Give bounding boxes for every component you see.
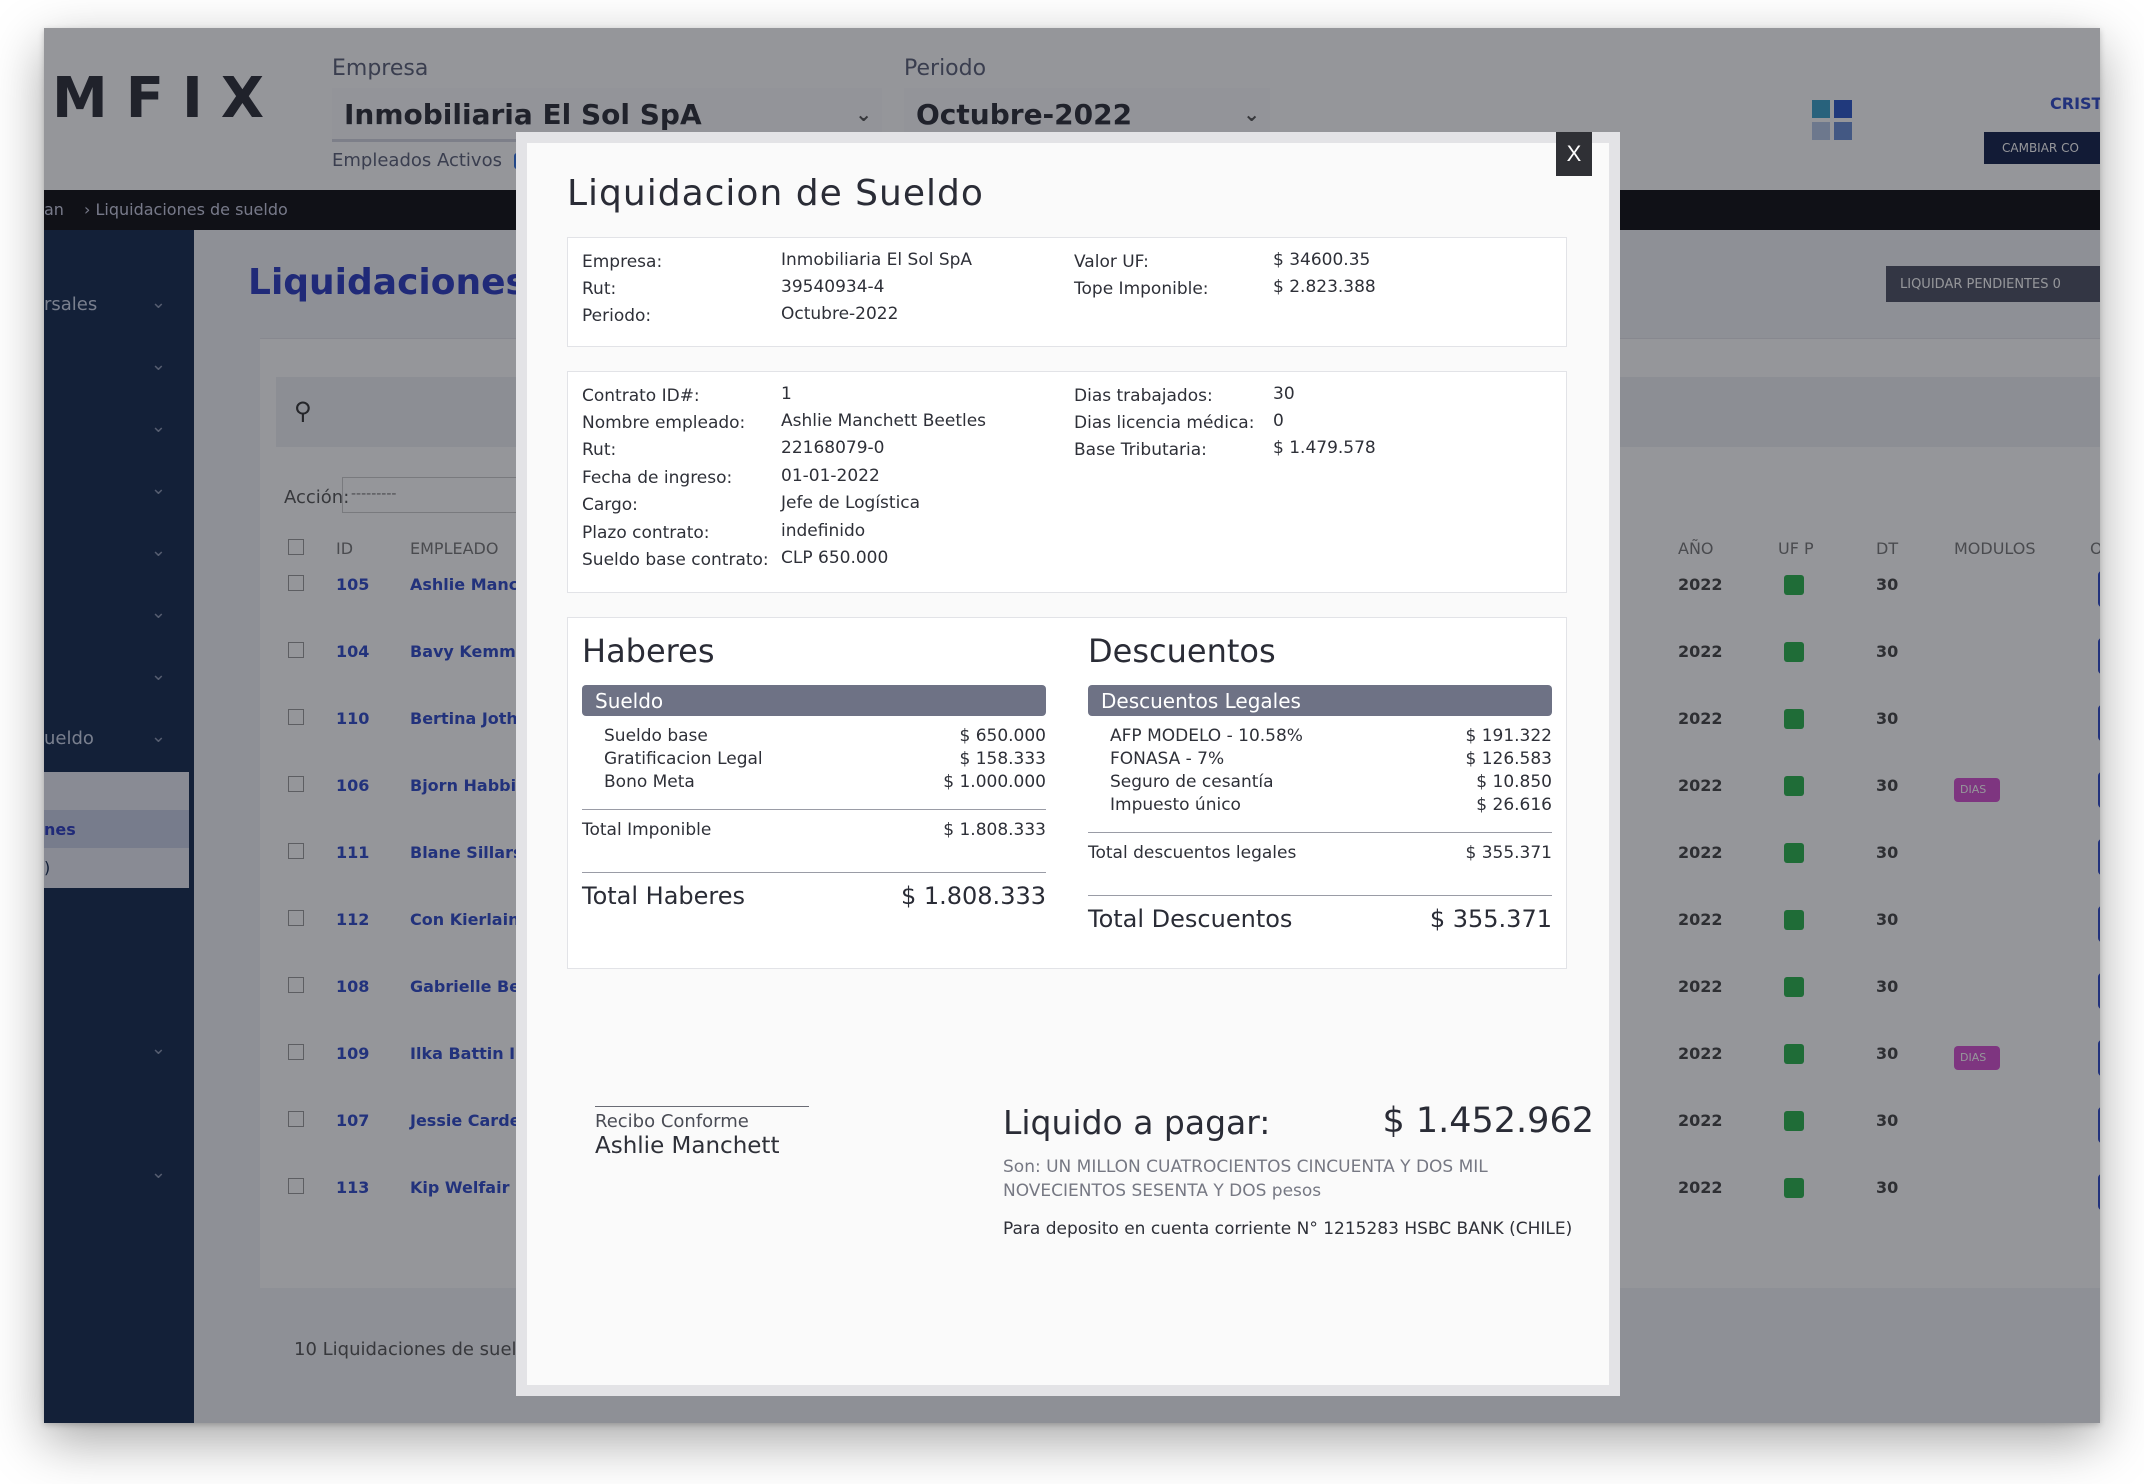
cargo-value: Jefe de Logística xyxy=(781,493,921,513)
descuentos-line-value: $ 126.583 xyxy=(1465,749,1552,769)
rut-label: Rut: xyxy=(582,279,617,299)
total-haberes-value: $ 1.808.333 xyxy=(900,882,1046,910)
signature-caption: Recibo Conforme xyxy=(595,1111,749,1132)
haberes-title: Haberes xyxy=(582,632,715,670)
dias-licencia-value: 0 xyxy=(1273,411,1284,431)
descuentos-line-label: Impuesto único xyxy=(1110,795,1241,815)
valor-uf-value: $ 34600.35 xyxy=(1273,250,1371,270)
divider xyxy=(1088,832,1552,833)
haberes-line-value: $ 1.000.000 xyxy=(943,772,1046,792)
descuentos-line-label: FONASA - 7% xyxy=(1110,749,1225,769)
haberes-line-label: Sueldo base xyxy=(604,726,708,746)
earnings-deductions-box: Haberes Sueldo Sueldo base $ 650.000 Gra… xyxy=(567,617,1567,969)
descuentos-line-value: $ 191.322 xyxy=(1465,726,1552,746)
plazo-contrato-label: Plazo contrato: xyxy=(582,523,710,543)
empresa-label: Empresa: xyxy=(582,252,663,272)
deposit-account-note: Para deposito en cuenta corriente N° 121… xyxy=(1003,1219,1573,1239)
total-imponible-value: $ 1.808.333 xyxy=(943,820,1046,840)
total-descuentos-legales-label: Total descuentos legales xyxy=(1088,843,1297,863)
signature-name: Ashlie Manchett xyxy=(595,1133,780,1159)
contrato-id-label: Contrato ID#: xyxy=(582,386,700,406)
total-imponible-label: Total Imponible xyxy=(582,820,712,840)
haberes-line-label: Gratificacion Legal xyxy=(604,749,763,769)
rut-value: 39540934-4 xyxy=(781,277,885,297)
sueldo-base-contrato-value: CLP 650.000 xyxy=(781,548,889,568)
descuentos-title: Descuentos xyxy=(1088,632,1276,670)
net-pay-value: $ 1.452.962 xyxy=(1382,1101,1594,1141)
base-tributaria-value: $ 1.479.578 xyxy=(1273,438,1376,458)
dias-trabajados-value: 30 xyxy=(1273,384,1295,404)
dias-trabajados-label: Dias trabajados: xyxy=(1074,386,1213,406)
descuentos-line-value: $ 10.850 xyxy=(1476,772,1552,792)
net-pay-label: Liquido a pagar: xyxy=(1003,1103,1271,1142)
tope-imponible-value: $ 2.823.388 xyxy=(1273,277,1376,297)
total-descuentos-label: Total Descuentos xyxy=(1088,905,1293,933)
app-window: MFIX Empresa Inmobiliaria El Sol SpA ⌄ P… xyxy=(44,28,2100,1423)
net-pay-words: Son: UN MILLON CUATROCIENTOS CINCUENTA Y… xyxy=(1003,1157,1488,1201)
total-descuentos-legales-value: $ 355.371 xyxy=(1465,843,1552,863)
signature-line xyxy=(595,1106,809,1107)
empresa-value: Inmobiliaria El Sol SpA xyxy=(781,250,973,270)
haberes-line-label: Bono Meta xyxy=(604,772,695,792)
close-modal-button[interactable]: X xyxy=(1556,132,1592,176)
nombre-empleado-value: Ashlie Manchett Beetles xyxy=(781,411,987,431)
haberes-line-value: $ 158.333 xyxy=(959,749,1046,769)
fecha-ingreso-value: 01-01-2022 xyxy=(781,466,880,486)
divider xyxy=(582,809,1046,810)
total-haberes-label: Total Haberes xyxy=(582,882,746,910)
employee-info-box: Contrato ID#: 1 Nombre empleado: Ashlie … xyxy=(567,371,1567,593)
company-info-box: Empresa: Inmobiliaria El Sol SpA Rut: 39… xyxy=(567,237,1567,347)
periodo-value: Octubre-2022 xyxy=(781,304,899,324)
periodo-label: Periodo: xyxy=(582,306,652,326)
total-descuentos-value: $ 355.371 xyxy=(1429,905,1552,933)
descuentos-line-label: Seguro de cesantía xyxy=(1110,772,1274,792)
plazo-contrato-value: indefinido xyxy=(781,521,866,541)
divider xyxy=(1088,895,1552,896)
haberes-group-header: Sueldo xyxy=(582,685,1046,716)
contrato-id-value: 1 xyxy=(781,384,792,404)
descuentos-line-label: AFP MODELO - 10.58% xyxy=(1110,726,1303,746)
base-tributaria-label: Base Tributaria: xyxy=(1074,440,1207,460)
cargo-label: Cargo: xyxy=(582,495,638,515)
rut-empleado-label: Rut: xyxy=(582,440,617,460)
dias-licencia-label: Dias licencia médica: xyxy=(1074,413,1255,433)
payslip-modal: Liquidacion de Sueldo Empresa: Inmobilia… xyxy=(516,132,1620,1396)
valor-uf-label: Valor UF: xyxy=(1074,252,1149,272)
fecha-ingreso-label: Fecha de ingreso: xyxy=(582,468,733,488)
divider xyxy=(582,872,1046,873)
descuentos-group-header: Descuentos Legales xyxy=(1088,685,1552,716)
rut-empleado-value: 22168079-0 xyxy=(781,438,885,458)
nombre-empleado-label: Nombre empleado: xyxy=(582,413,746,433)
modal-title: Liquidacion de Sueldo xyxy=(567,173,984,214)
descuentos-line-value: $ 26.616 xyxy=(1476,795,1552,815)
sueldo-base-contrato-label: Sueldo base contrato: xyxy=(582,550,769,570)
tope-imponible-label: Tope Imponible: xyxy=(1074,279,1209,299)
haberes-line-value: $ 650.000 xyxy=(959,726,1046,746)
